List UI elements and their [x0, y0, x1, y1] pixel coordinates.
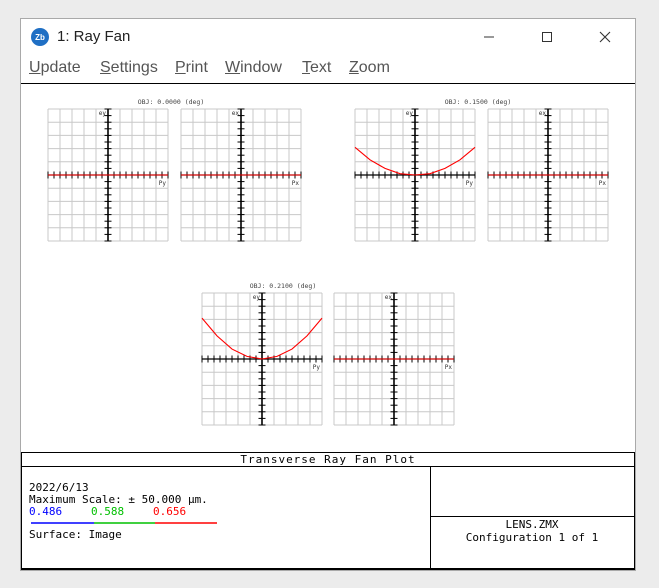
- y-axis-label: ey: [253, 294, 261, 301]
- ray-fan-subplot-0: ey Py: [47, 108, 169, 242]
- ray-fan-subplot-2: ey Py: [354, 108, 476, 242]
- x-axis-label: Px: [599, 180, 607, 187]
- field-title-1: OBJ: 0.1500 (deg): [445, 98, 512, 106]
- wavelength-green: 0.588: [91, 505, 124, 518]
- wavelength-red: 0.656: [153, 505, 186, 518]
- menu-update[interactable]: Update: [29, 59, 81, 77]
- x-axis-label: Px: [445, 364, 453, 371]
- maximize-icon: [542, 32, 552, 42]
- y-axis-label: ey: [99, 110, 107, 117]
- configuration-text: Configuration 1 of 1: [466, 531, 598, 544]
- close-icon: [599, 31, 611, 43]
- menu-text[interactable]: Text: [302, 59, 331, 77]
- field-title-0: OBJ: 0.0000 (deg): [138, 98, 205, 106]
- wavelength-blue: 0.486: [29, 505, 62, 518]
- x-axis-label: Px: [292, 180, 300, 187]
- window-title: 1: Ray Fan: [57, 28, 131, 45]
- minimize-icon: [484, 36, 494, 38]
- x-axis-label: Py: [313, 364, 321, 371]
- y-axis-label: ex: [232, 110, 240, 117]
- ray-fan-subplot-1: ex Px: [180, 108, 302, 242]
- menu-zoom[interactable]: Zoom: [349, 59, 390, 77]
- menu-window[interactable]: Window: [225, 59, 282, 77]
- field-title-2: OBJ: 0.2100 (deg): [250, 282, 317, 290]
- menu-print[interactable]: Print: [175, 59, 208, 77]
- close-button[interactable]: [585, 23, 625, 51]
- y-axis-label: ey: [406, 110, 414, 117]
- ray-fan-window: Zb 1: Ray Fan Update Settings Print Wind…: [20, 18, 636, 571]
- title-bar[interactable]: Zb 1: Ray Fan: [21, 19, 635, 57]
- surface-text: Surface: Image: [29, 528, 122, 541]
- ray-fan-plots: ey Py ex Px ey Py ex Px ey Py ex Px: [47, 108, 609, 426]
- ray-fan-subplot-3: ex Px: [487, 108, 609, 242]
- zemax-logo-icon: Zb: [31, 28, 49, 46]
- x-axis-label: Py: [466, 180, 474, 187]
- menu-bar: Update Settings Print Window Text Zoom: [21, 57, 635, 83]
- lens-file-name: LENS.ZMX: [506, 518, 559, 531]
- x-axis-label: Py: [159, 180, 167, 187]
- plot-title: Transverse Ray Fan Plot: [240, 453, 415, 466]
- ray-fan-subplot-4: ey Py: [201, 292, 323, 426]
- ray-fan-subplot-5: ex Px: [333, 292, 455, 426]
- ray-fan-plot-area: Transverse Ray Fan Plot 2022/6/13 Maximu…: [21, 83, 635, 570]
- y-axis-label: ex: [539, 110, 547, 117]
- menu-settings[interactable]: Settings: [100, 59, 158, 77]
- ray-fan-plot: Transverse Ray Fan Plot 2022/6/13 Maximu…: [21, 98, 635, 569]
- maximize-button[interactable]: [527, 23, 567, 51]
- minimize-button[interactable]: [469, 23, 509, 51]
- y-axis-label: ex: [385, 294, 393, 301]
